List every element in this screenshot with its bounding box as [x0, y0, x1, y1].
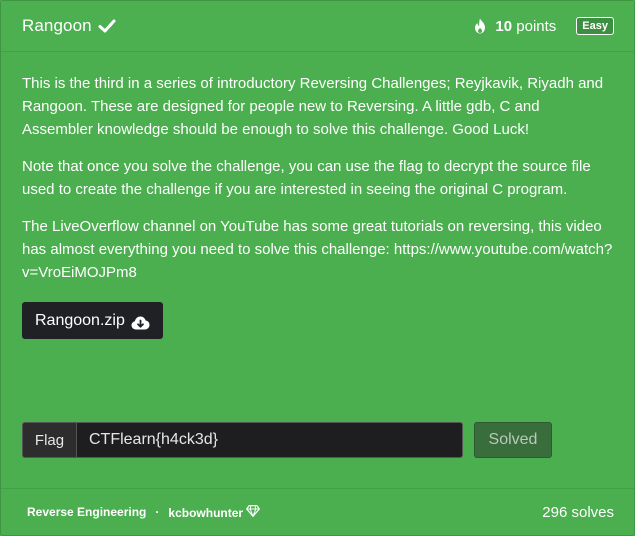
card-footer: Reverse Engineering · kcbowhunter 296 so… — [1, 488, 634, 535]
flag-label-text: Flag — [34, 432, 65, 449]
description-paragraph-2: Note that once you solve the challenge, … — [22, 158, 591, 198]
author-link[interactable]: kcbowhunter — [168, 504, 260, 520]
description-paragraph-1: This is the third in a series of introdu… — [22, 75, 604, 138]
card-header: Rangoon 10 points Easy — [1, 1, 634, 52]
author-name: kcbowhunter — [168, 505, 244, 520]
points-wrap: 10 points Easy — [473, 17, 614, 35]
points-text: 10 points — [495, 18, 556, 35]
challenge-card: Rangoon 10 points Easy This is the third… — [0, 0, 635, 536]
challenge-title: Rangoon — [22, 16, 92, 35]
category-link[interactable]: Reverse Engineering — [27, 505, 146, 519]
flame-icon — [473, 18, 487, 34]
download-label: Rangoon.zip — [35, 312, 125, 329]
challenge-description: This is the third in a series of introdu… — [1, 52, 634, 339]
description-paragraph-3: The LiveOverflow channel on YouTube has … — [22, 218, 613, 281]
flag-input[interactable] — [76, 422, 463, 458]
solved-button[interactable]: Solved — [474, 422, 552, 458]
separator-dot: · — [155, 505, 160, 519]
points-value: 10 — [495, 17, 513, 35]
flag-label: Flag — [22, 422, 76, 458]
points-label: points — [516, 17, 557, 35]
check-icon — [98, 17, 116, 35]
footer-meta: Reverse Engineering · kcbowhunter — [27, 504, 260, 520]
flag-form: Flag Solved — [22, 422, 552, 458]
solves-count: 296 solves — [542, 503, 614, 521]
difficulty-badge: Easy — [576, 17, 614, 35]
title-wrap: Rangoon — [22, 16, 116, 36]
gem-icon — [246, 504, 260, 517]
cloud-download-icon — [131, 314, 150, 329]
download-button[interactable]: Rangoon.zip — [22, 302, 163, 339]
